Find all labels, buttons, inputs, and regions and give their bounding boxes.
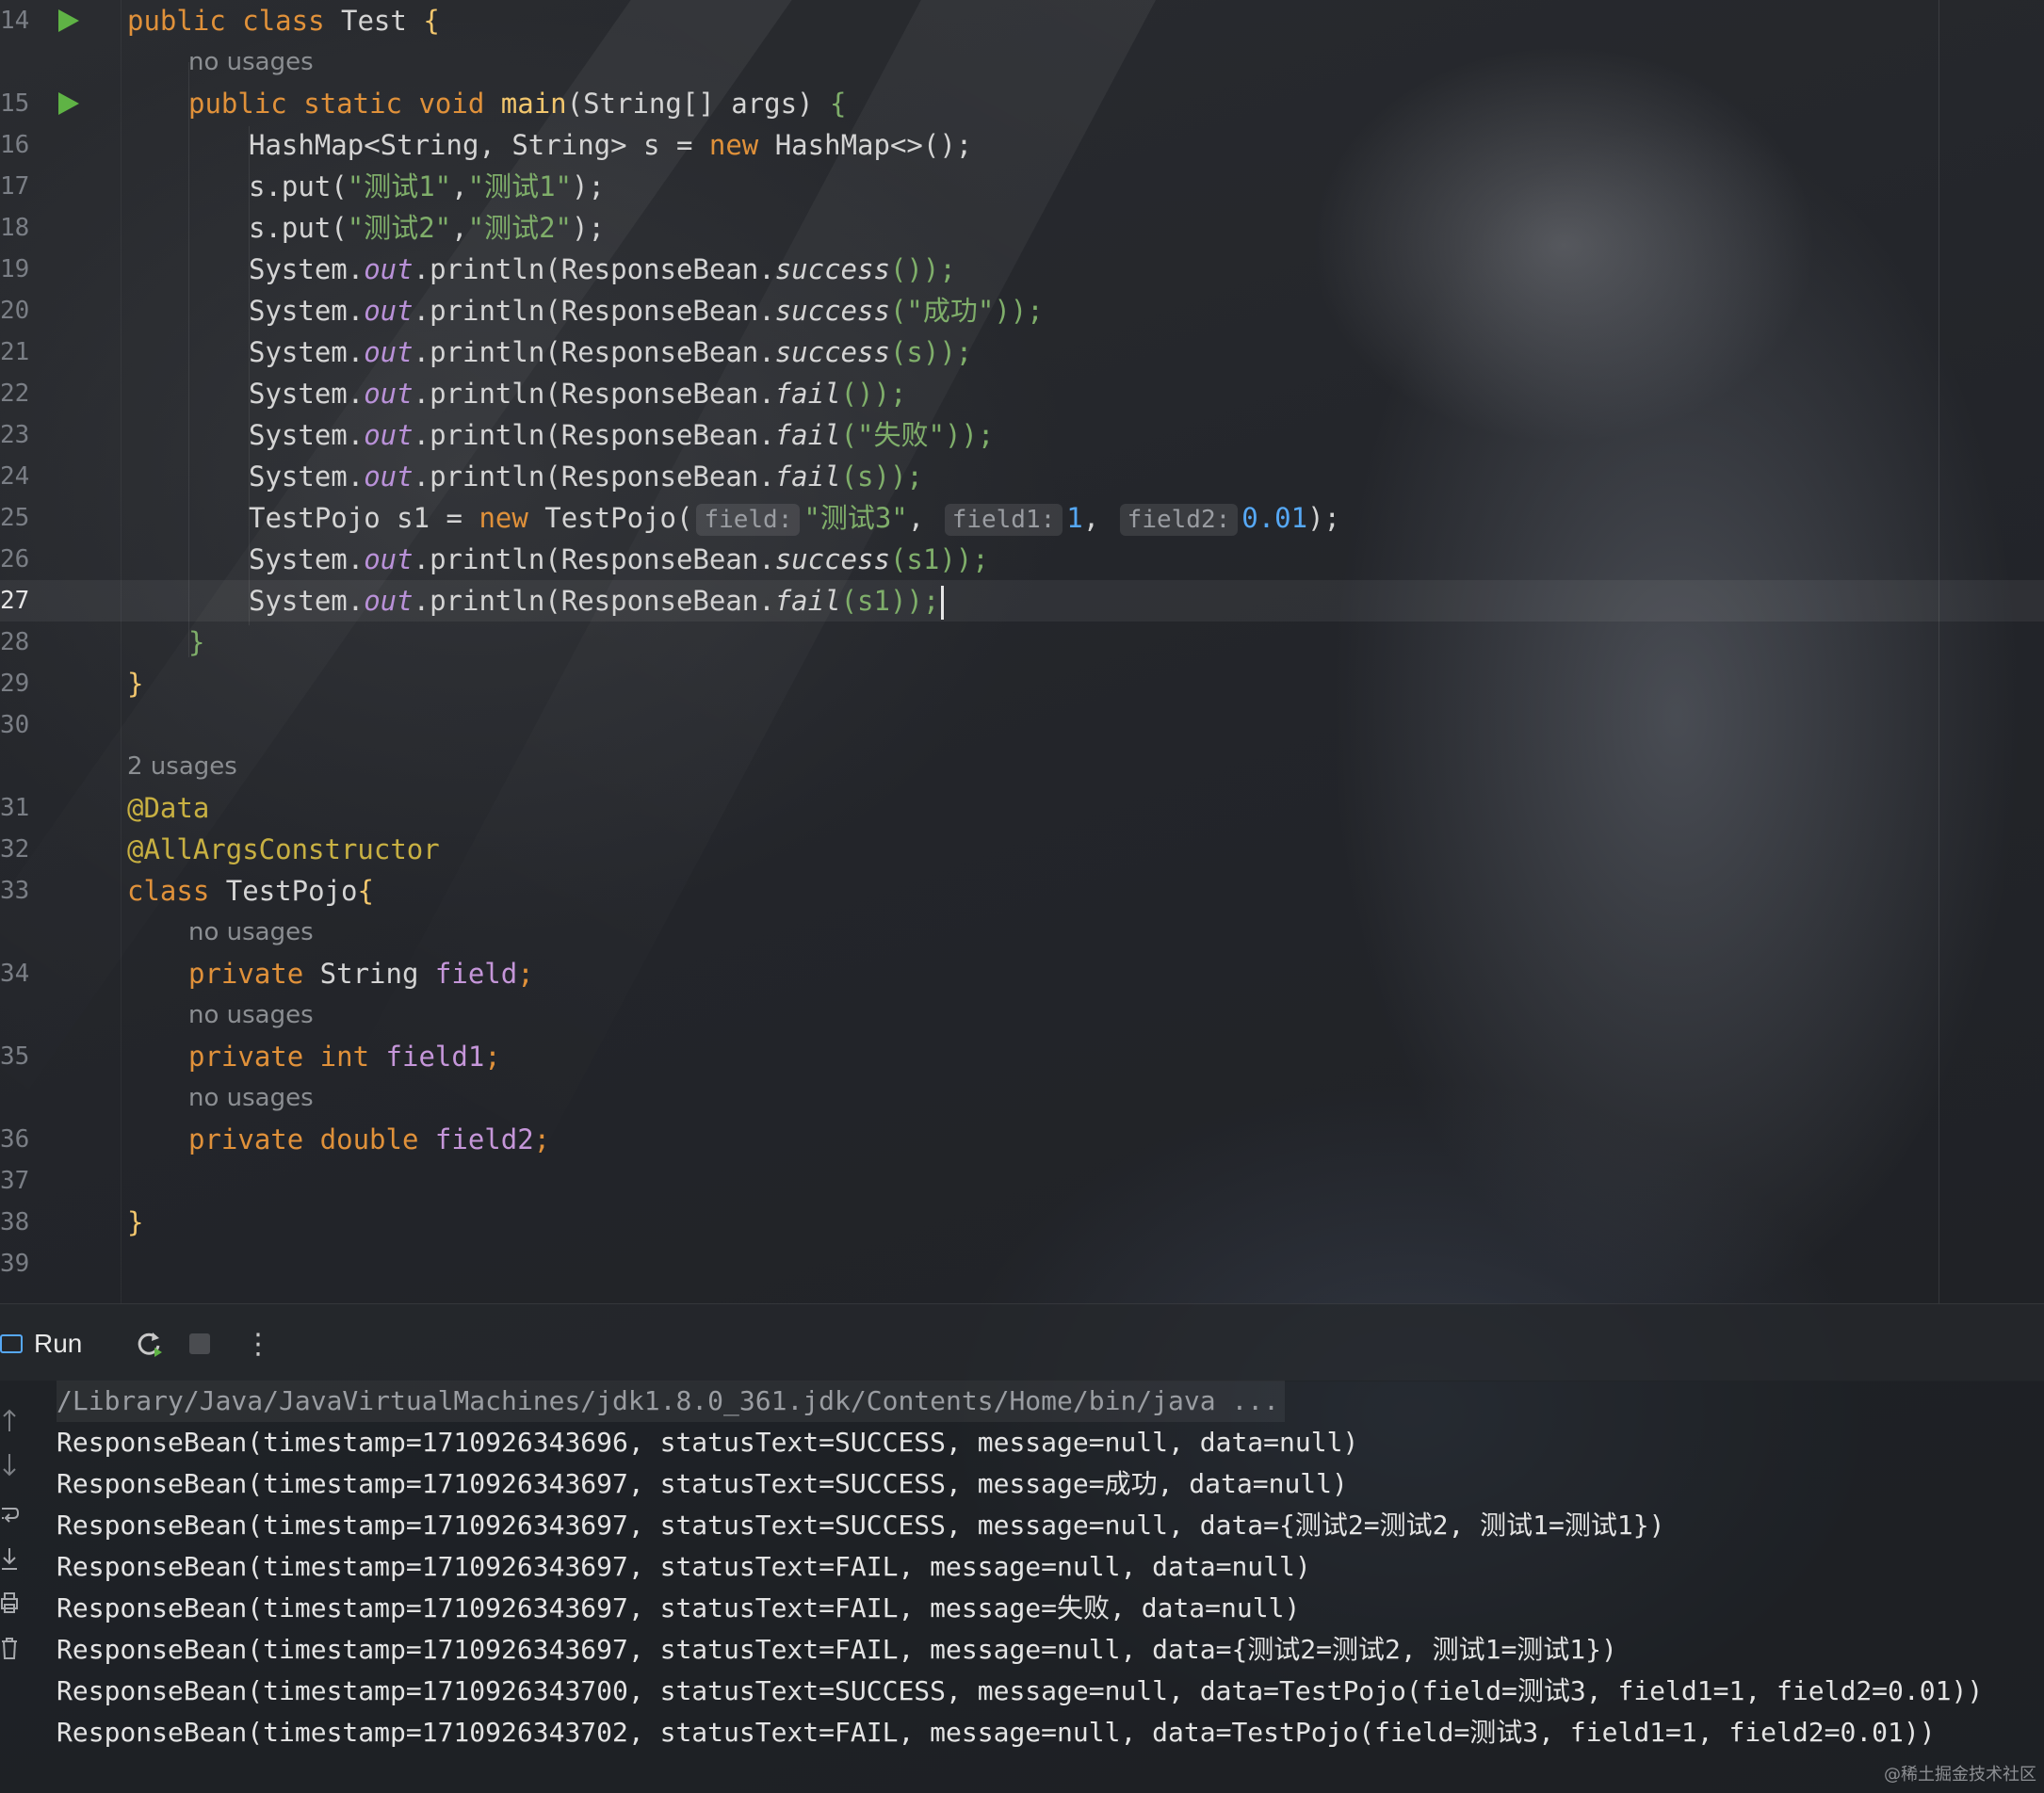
line-number: 15	[0, 89, 30, 118]
line-number: 28	[0, 628, 30, 656]
line-number: 14	[0, 7, 30, 35]
run-console[interactable]: /Library/Java/JavaVirtualMachines/jdk1.8…	[0, 1381, 2044, 1793]
code-line-15[interactable]: 15 public static void main(String[] args…	[0, 83, 2044, 124]
line-number: 37	[0, 1167, 30, 1195]
code-line-28[interactable]: 28 }	[0, 622, 2044, 663]
run-tool-window-header: Run ⋮	[0, 1303, 2044, 1381]
code-line-19[interactable]: 19 System.out.println(ResponseBean.succe…	[0, 249, 2044, 290]
scroll-down-arrow-icon[interactable]	[0, 1452, 21, 1480]
console-output-line: ResponseBean(timestamp=1710926343697, st…	[57, 1634, 1617, 1665]
code-line-18[interactable]: 18 s.put("测试2","测试2");	[0, 207, 2044, 249]
usage-hint[interactable]: no usages	[188, 994, 314, 1036]
more-options-button[interactable]: ⋮	[241, 1323, 275, 1365]
code-editor[interactable]: 14 public class Test { no usages 15 publ…	[0, 0, 2044, 1303]
code-line-32[interactable]: 32 @AllArgsConstructor	[0, 829, 2044, 870]
scroll-to-end-icon[interactable]	[0, 1546, 21, 1575]
rerun-button[interactable]	[130, 1323, 168, 1365]
usage-hint[interactable]: 2 usages	[127, 746, 237, 787]
line-number: 29	[0, 670, 30, 698]
console-command-line[interactable]: /Library/Java/JavaVirtualMachines/jdk1.8…	[57, 1381, 1286, 1422]
run-gutter-icon[interactable]	[58, 92, 79, 115]
line-number: 34	[0, 960, 30, 988]
usage-hint[interactable]: no usages	[188, 41, 314, 83]
more-icon: ⋮	[244, 1327, 272, 1361]
line-number: 22	[0, 380, 30, 408]
console-output-line: ResponseBean(timestamp=1710926343700, st…	[57, 1675, 1984, 1706]
console-output-line: ResponseBean(timestamp=1710926343697, st…	[57, 1510, 1665, 1541]
stop-button[interactable]	[183, 1323, 217, 1365]
line-number: 33	[0, 877, 30, 905]
code-line-23[interactable]: 23 System.out.println(ResponseBean.fail(…	[0, 414, 2044, 456]
code-line-20[interactable]: 20 System.out.println(ResponseBean.succe…	[0, 290, 2044, 331]
usage-hint-line: 2 usages	[0, 746, 2044, 787]
stop-icon	[189, 1333, 210, 1354]
line-number: 38	[0, 1208, 30, 1236]
line-number: 21	[0, 338, 30, 366]
print-icon[interactable]	[0, 1590, 21, 1618]
code-line-26[interactable]: 26 System.out.println(ResponseBean.succe…	[0, 539, 2044, 580]
code-line-22[interactable]: 22 System.out.println(ResponseBean.fail(…	[0, 373, 2044, 414]
line-number: 30	[0, 711, 30, 739]
line-number: 25	[0, 504, 30, 532]
usage-hint-line: no usages	[0, 994, 2044, 1036]
usage-hint-line: no usages	[0, 912, 2044, 953]
line-number: 26	[0, 545, 30, 573]
run-tab[interactable]: Run	[0, 1323, 82, 1365]
watermark: @稀土掘金技术社区	[1884, 1765, 2036, 1785]
code-line-21[interactable]: 21 System.out.println(ResponseBean.succe…	[0, 331, 2044, 373]
code-line-39[interactable]: 39	[0, 1243, 2044, 1284]
code-line-24[interactable]: 24 System.out.println(ResponseBean.fail(…	[0, 456, 2044, 497]
code-line-30[interactable]: 30	[0, 704, 2044, 746]
console-output-line: ResponseBean(timestamp=1710926343697, st…	[57, 1592, 1301, 1623]
line-number: 16	[0, 131, 30, 159]
parameter-hint: field1:	[944, 504, 1063, 536]
text-caret	[941, 586, 945, 620]
run-gutter-icon[interactable]	[58, 9, 79, 32]
code-line-16[interactable]: 16 HashMap<String, String> s = new HashM…	[0, 124, 2044, 166]
line-number: 31	[0, 794, 30, 822]
line-number: 24	[0, 462, 30, 491]
parameter-hint: field2:	[1119, 504, 1239, 536]
run-tab-label: Run	[34, 1329, 83, 1358]
rerun-icon	[138, 1333, 162, 1357]
scroll-up-arrow-icon[interactable]	[0, 1407, 21, 1435]
line-number: 35	[0, 1042, 30, 1071]
code-line-27[interactable]: 27 System.out.println(ResponseBean.fail(…	[0, 580, 2044, 622]
line-number: 39	[0, 1250, 30, 1278]
usage-hint-line: no usages	[0, 41, 2044, 83]
code-line-36[interactable]: 36 private double field2;	[0, 1119, 2044, 1160]
code-line-38[interactable]: 38 }	[0, 1202, 2044, 1243]
line-number: 19	[0, 255, 30, 283]
line-number: 23	[0, 421, 30, 449]
code-line-31[interactable]: 31 @Data	[0, 787, 2044, 829]
console-output-line: ResponseBean(timestamp=1710926343697, st…	[57, 1468, 1348, 1499]
code-line-33[interactable]: 33 class TestPojo{	[0, 870, 2044, 912]
code-line-14[interactable]: 14 public class Test {	[0, 0, 2044, 41]
usage-hint[interactable]: no usages	[188, 1077, 314, 1119]
line-number: 20	[0, 297, 30, 325]
trash-icon[interactable]	[0, 1635, 21, 1663]
line-number: 17	[0, 172, 30, 201]
run-window-icon	[0, 1334, 23, 1353]
code-line-25[interactable]: 25 TestPojo s1 = new TestPojo(field: "测试3…	[0, 497, 2044, 539]
parameter-hint: field:	[696, 504, 801, 536]
soft-wrap-icon[interactable]	[0, 1501, 21, 1529]
code-line-35[interactable]: 35 private int field1;	[0, 1036, 2044, 1077]
usage-hint-line: no usages	[0, 1077, 2044, 1119]
line-number: 36	[0, 1125, 30, 1154]
code-line-37[interactable]: 37	[0, 1160, 2044, 1202]
line-number: 32	[0, 835, 30, 864]
line-number: 27	[0, 587, 30, 615]
line-number: 18	[0, 214, 30, 242]
console-output-line: ResponseBean(timestamp=1710926343702, st…	[57, 1717, 1936, 1748]
code-line-29[interactable]: 29 }	[0, 663, 2044, 704]
console-output-line: ResponseBean(timestamp=1710926343697, st…	[57, 1551, 1311, 1582]
console-output-line: ResponseBean(timestamp=1710926343696, st…	[57, 1427, 1359, 1458]
usage-hint[interactable]: no usages	[188, 912, 314, 953]
code-line-34[interactable]: 34 private String field;	[0, 953, 2044, 994]
code-line-17[interactable]: 17 s.put("测试1","测试1");	[0, 166, 2044, 207]
class-name: Test	[341, 5, 407, 37]
